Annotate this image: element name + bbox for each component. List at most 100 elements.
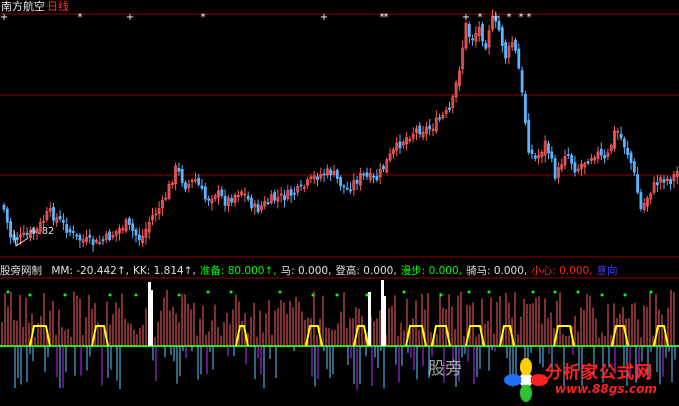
candle-body [632, 161, 636, 173]
highlight-bar [150, 290, 153, 346]
signal-dot [108, 293, 112, 297]
indicator-field: 马: 0.000, [280, 265, 332, 277]
candle-body [481, 24, 484, 42]
candle-body [2, 204, 6, 210]
candle-body [566, 154, 570, 156]
candle-body [329, 169, 333, 176]
signal-dot [531, 290, 535, 294]
candle-body [5, 208, 9, 223]
stock-name: 南方航空 [1, 0, 45, 13]
candle-body [355, 179, 359, 184]
candle-body [530, 149, 534, 154]
candle-body [448, 107, 451, 110]
candle-body [662, 179, 666, 183]
signal-trapezoid [431, 325, 451, 347]
candle-body [547, 143, 550, 154]
candle-body [78, 235, 82, 241]
candle-body [527, 119, 531, 153]
low-price-label: 4.82 [30, 226, 55, 237]
signal-dot [553, 290, 557, 294]
signal-dot [649, 290, 653, 294]
candle-body [517, 48, 521, 69]
candle-body [342, 185, 346, 188]
period-label: 日线 [47, 0, 69, 13]
candle-body [520, 70, 524, 93]
candle-body [177, 167, 181, 172]
candle-body [471, 38, 475, 41]
signal-marker-icon: + [0, 12, 8, 23]
signal-marker-icon: * [201, 12, 206, 23]
candle-body [550, 151, 554, 159]
candle-body [25, 232, 29, 236]
signal-marker-icon: * [478, 12, 483, 23]
signal-dot [600, 293, 604, 297]
candle-body [230, 198, 234, 203]
candle-body [345, 187, 349, 190]
signal-marker-icon: * [527, 12, 532, 23]
watermark-site-name: 分析家公式网 [545, 363, 653, 383]
signal-marker-icon: + [320, 12, 328, 23]
chart-title: 南方航空 日线 [1, 0, 69, 13]
signal-marker-icon: * [519, 12, 524, 23]
signal-marker-icon: * [384, 12, 389, 23]
candle-body [438, 117, 442, 120]
candle-body [289, 189, 293, 196]
signal-dot [177, 293, 181, 297]
candle-body [365, 172, 369, 177]
candle-body [220, 189, 224, 196]
candle-body [266, 202, 270, 204]
candle-body [256, 204, 260, 213]
candle-body [15, 237, 19, 241]
candle-body [398, 141, 402, 149]
candle-body [283, 195, 286, 201]
signal-dot [335, 293, 339, 297]
signal-dot [623, 293, 627, 297]
candle-body [223, 195, 227, 206]
candle-body [669, 179, 672, 185]
indicator-field: 骑马: 0.000, [465, 265, 528, 277]
grid-lines [0, 13, 679, 279]
candle-body [339, 177, 343, 187]
candle-body [58, 215, 62, 220]
watermark-text: 股旁 [428, 359, 462, 379]
indicator-field: MM: -20.442↑, [51, 265, 130, 277]
candle-body [504, 42, 508, 59]
candle-body [91, 239, 95, 246]
signal-marker-icon: * [507, 12, 512, 23]
candle-body [75, 234, 78, 237]
candle-body [570, 155, 573, 164]
candle-body [134, 229, 138, 236]
signal-dot [311, 293, 315, 297]
candle-body [629, 152, 633, 163]
indicator-name: 股旁网制 [0, 265, 42, 277]
candle-body [349, 189, 352, 192]
candle-body [131, 223, 135, 231]
candle-body [500, 27, 504, 46]
signal-dot [487, 290, 491, 294]
indicator-field: 漫步: 0.000, [400, 265, 462, 277]
candle-body [316, 176, 319, 180]
candle-body [65, 224, 69, 233]
candle-body [362, 173, 366, 176]
signal-trapezoid [465, 325, 485, 347]
candle-body [203, 186, 207, 200]
candle-body [9, 221, 13, 238]
candle-body [207, 198, 211, 201]
candle-body [467, 24, 471, 38]
candle-body [88, 234, 92, 238]
signal-dot [28, 293, 32, 297]
candle-body [335, 169, 339, 179]
candle-body [639, 192, 643, 210]
signal-marker-icon: + [492, 12, 500, 23]
candle-body [101, 239, 105, 242]
signal-dot [439, 293, 443, 297]
candle-body [599, 148, 603, 156]
candle-body [428, 125, 432, 130]
candle-body [62, 220, 65, 223]
candle-body [273, 192, 277, 201]
indicator-field: KK: 1.814↑, [133, 265, 196, 277]
candle-body [573, 162, 577, 173]
chart-canvas: + * + * + * * + * + * * * [0, 9, 679, 390]
candle-body [533, 155, 537, 159]
signal-dot [365, 293, 369, 297]
